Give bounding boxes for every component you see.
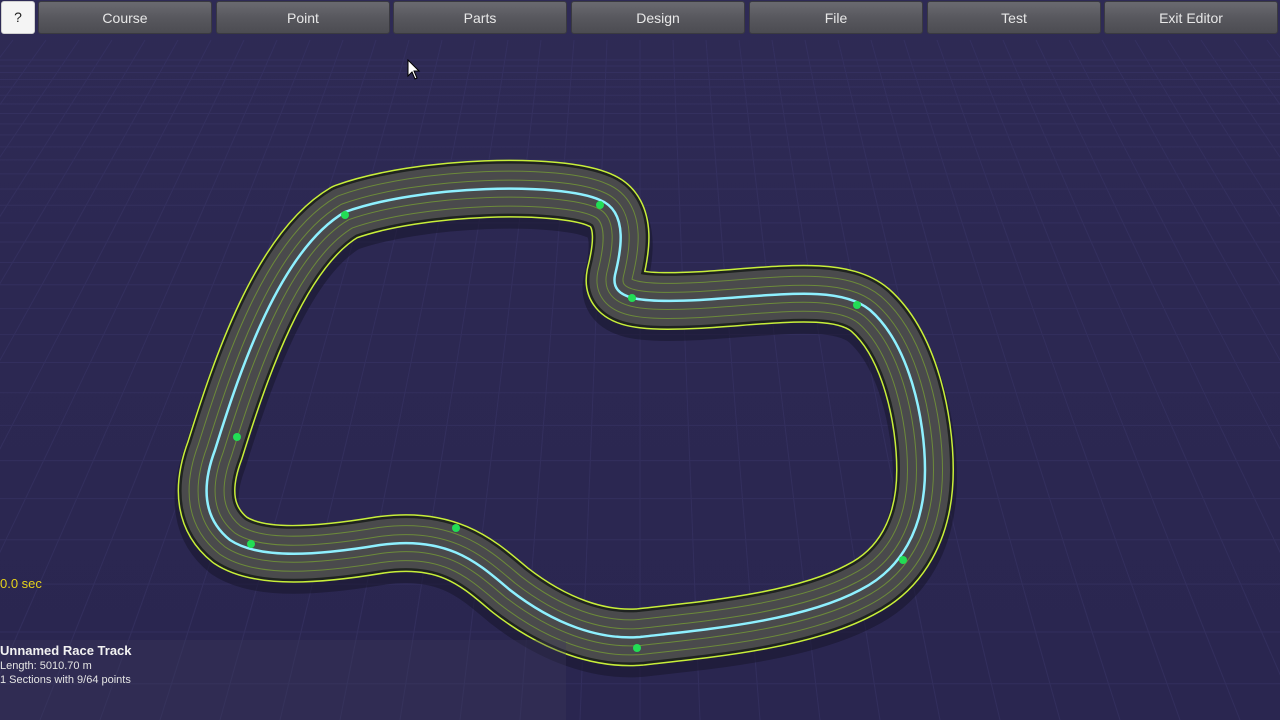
control-point[interactable] (341, 211, 349, 219)
parts-button[interactable]: Parts (393, 1, 567, 34)
design-button[interactable]: Design (571, 1, 745, 34)
control-point[interactable] (596, 201, 604, 209)
control-point[interactable] (899, 556, 907, 564)
test-button[interactable]: Test (927, 1, 1101, 34)
control-point[interactable] (452, 524, 460, 532)
mouse-cursor-icon (407, 59, 421, 80)
course-button[interactable]: Course (38, 1, 212, 34)
track-sections: 1 Sections with 9/64 points (0, 674, 131, 686)
control-point[interactable] (628, 294, 636, 302)
control-point[interactable] (233, 433, 241, 441)
track-info-panel: Unnamed Race Track Length: 5010.70 m 1 S… (0, 640, 566, 720)
editor-toolbar: ? Course Point Parts Design File Test Ex… (0, 0, 1280, 36)
control-point[interactable] (633, 644, 641, 652)
track-name: Unnamed Race Track (0, 643, 132, 658)
lane-fill (189, 171, 942, 655)
lap-timer: 0.0 sec (0, 576, 42, 591)
control-point[interactable] (853, 301, 861, 309)
exit-editor-button[interactable]: Exit Editor (1104, 1, 1278, 34)
point-button[interactable]: Point (216, 1, 390, 34)
file-button[interactable]: File (749, 1, 923, 34)
track-length: Length: 5010.70 m (0, 660, 92, 672)
control-point[interactable] (247, 540, 255, 548)
race-track-view[interactable] (0, 0, 1280, 720)
help-button[interactable]: ? (1, 1, 35, 34)
